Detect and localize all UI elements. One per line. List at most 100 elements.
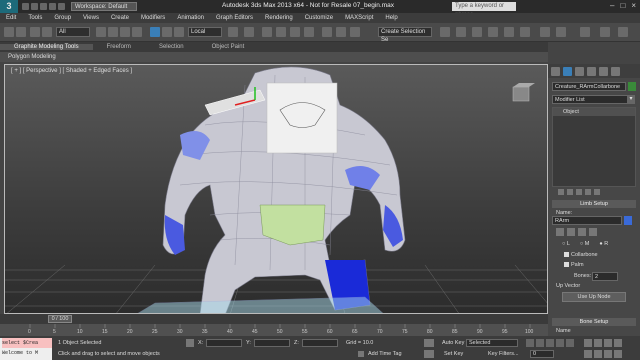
menu-create[interactable]: Create xyxy=(105,15,135,21)
menu-help[interactable]: Help xyxy=(379,15,403,21)
menu-modifiers[interactable]: Modifiers xyxy=(135,15,171,21)
modifier-stack[interactable]: Object xyxy=(552,107,636,187)
maximize-icon[interactable]: □ xyxy=(620,1,625,10)
window-crossing-icon[interactable] xyxy=(132,27,142,37)
percent-snap-icon[interactable] xyxy=(290,27,300,37)
render-production-icon[interactable] xyxy=(556,27,566,37)
rotate-icon[interactable] xyxy=(162,27,172,37)
zoom-extents-all-icon[interactable] xyxy=(614,339,622,347)
minimize-icon[interactable]: – xyxy=(610,1,614,10)
teapot-render-icon[interactable] xyxy=(600,27,610,37)
close-icon[interactable]: × xyxy=(631,1,636,10)
limb-color-swatch[interactable] xyxy=(624,216,632,225)
menu-customize[interactable]: Customize xyxy=(299,15,339,21)
limb-name-field[interactable]: RArm xyxy=(552,216,622,225)
make-unique-icon[interactable] xyxy=(576,189,582,195)
current-frame-field[interactable]: 0 xyxy=(530,350,554,358)
hierarchy-tab-icon[interactable] xyxy=(575,66,584,76)
zoom-extents-icon[interactable] xyxy=(604,339,612,347)
menu-rendering[interactable]: Rendering xyxy=(259,15,299,21)
create-tab-icon[interactable] xyxy=(551,66,560,76)
object-color-swatch[interactable] xyxy=(628,82,636,91)
graphite-toggle-icon[interactable] xyxy=(456,27,466,37)
perspective-viewport[interactable]: [ + ] [ Perspective ] [ Shaded + Edged F… xyxy=(4,64,548,314)
workspace-dropdown[interactable]: Workspace: Default xyxy=(71,2,137,11)
mirror-icon[interactable] xyxy=(336,27,346,37)
tab-selection[interactable]: Selection xyxy=(145,44,198,50)
undo-icon[interactable] xyxy=(4,27,14,37)
palm-checkbox[interactable]: Palm xyxy=(564,262,584,268)
rollout-limb-setup[interactable]: Limb Setup xyxy=(552,200,636,208)
link-icon[interactable] xyxy=(30,27,40,37)
activeshade-icon[interactable] xyxy=(618,27,628,37)
ribbon-panel-polygon-modeling[interactable]: Polygon Modeling xyxy=(0,52,548,62)
tab-freeform[interactable]: Freeform xyxy=(93,44,145,50)
pivot-center-icon[interactable] xyxy=(228,27,238,37)
save-icon[interactable] xyxy=(40,3,47,10)
move-icon[interactable] xyxy=(150,27,160,37)
set-key-button[interactable]: Set Key xyxy=(444,351,463,357)
go-to-start-icon[interactable] xyxy=(526,339,534,347)
key-mode-icon[interactable] xyxy=(424,339,434,347)
edit-named-selection-icon[interactable] xyxy=(322,27,332,37)
display-tab-icon[interactable] xyxy=(599,66,608,76)
next-frame-icon[interactable] xyxy=(556,339,564,347)
z-coordinate-field[interactable] xyxy=(302,339,338,347)
motion-tab-icon[interactable] xyxy=(587,66,596,76)
scale-icon[interactable] xyxy=(174,27,184,37)
chevron-down-icon[interactable]: ▾ xyxy=(627,95,635,104)
search-input[interactable]: Type a keyword or phrase xyxy=(452,2,516,18)
copy-icon[interactable] xyxy=(556,228,564,236)
select-by-name-icon[interactable] xyxy=(108,27,118,37)
maxscript-mini-listener[interactable]: select $Crea Welcome to M xyxy=(0,338,52,360)
maximize-viewport-icon[interactable] xyxy=(614,350,622,358)
menu-graph-editors[interactable]: Graph Editors xyxy=(210,15,259,21)
show-end-result-icon[interactable] xyxy=(567,189,573,195)
menu-animation[interactable]: Animation xyxy=(171,15,210,21)
curve-editor-icon[interactable] xyxy=(472,27,482,37)
tab-object-paint[interactable]: Object Paint xyxy=(198,44,259,50)
time-tag-icon[interactable] xyxy=(358,351,364,357)
select-object-icon[interactable] xyxy=(96,27,106,37)
auto-key-button[interactable]: Auto Key xyxy=(442,340,464,346)
menu-group[interactable]: Group xyxy=(48,15,77,21)
mirror-limb-icon[interactable] xyxy=(578,228,586,236)
open-icon[interactable] xyxy=(31,3,38,10)
named-selection-sets-dropdown[interactable]: Create Selection Se xyxy=(378,27,432,43)
zoom-icon[interactable] xyxy=(584,339,592,347)
material-editor-icon[interactable] xyxy=(504,27,514,37)
utilities-tab-icon[interactable] xyxy=(611,66,620,76)
configure-sets-icon[interactable] xyxy=(594,189,600,195)
menu-tools[interactable]: Tools xyxy=(22,15,48,21)
y-coordinate-field[interactable] xyxy=(254,339,290,347)
rollout-bone-setup[interactable]: Bone Setup xyxy=(552,318,636,326)
menu-edit[interactable]: Edit xyxy=(0,15,22,21)
select-manipulate-icon[interactable] xyxy=(244,27,254,37)
render-iterative-icon[interactable] xyxy=(580,27,590,37)
creature-mesh[interactable] xyxy=(135,66,406,314)
app-logo[interactable]: 3 xyxy=(0,0,18,13)
pan-icon[interactable] xyxy=(594,350,602,358)
symmetry-icon[interactable] xyxy=(589,228,597,236)
play-icon[interactable] xyxy=(546,339,554,347)
pin-stack-icon[interactable] xyxy=(558,189,564,195)
region-select-icon[interactable] xyxy=(120,27,130,37)
fov-icon[interactable] xyxy=(584,350,592,358)
rendered-frame-icon[interactable] xyxy=(540,27,550,37)
maxscript-output-line[interactable]: Welcome to M xyxy=(2,348,52,358)
side-radio-m[interactable]: ○ M xyxy=(580,241,589,247)
selection-filter-dropdown[interactable]: All xyxy=(56,27,90,37)
reference-coordinate-dropdown[interactable]: Local xyxy=(188,27,222,37)
lock-selection-icon[interactable] xyxy=(186,339,194,347)
schematic-view-icon[interactable] xyxy=(488,27,498,37)
align-icon[interactable] xyxy=(350,27,360,37)
previous-frame-icon[interactable] xyxy=(536,339,544,347)
track-bar[interactable]: 0 5 10 15 20 25 30 35 40 45 50 55 60 65 … xyxy=(0,324,548,336)
collarbone-checkbox[interactable]: Collarbone xyxy=(564,252,598,258)
menu-views[interactable]: Views xyxy=(77,15,105,21)
modify-tab-icon[interactable] xyxy=(563,66,572,76)
object-name-field[interactable]: Creature_RArmCollarbone xyxy=(552,82,626,91)
go-to-end-icon[interactable] xyxy=(566,339,574,347)
snaps-toggle-icon[interactable] xyxy=(262,27,272,37)
set-key-icon[interactable] xyxy=(424,350,434,358)
